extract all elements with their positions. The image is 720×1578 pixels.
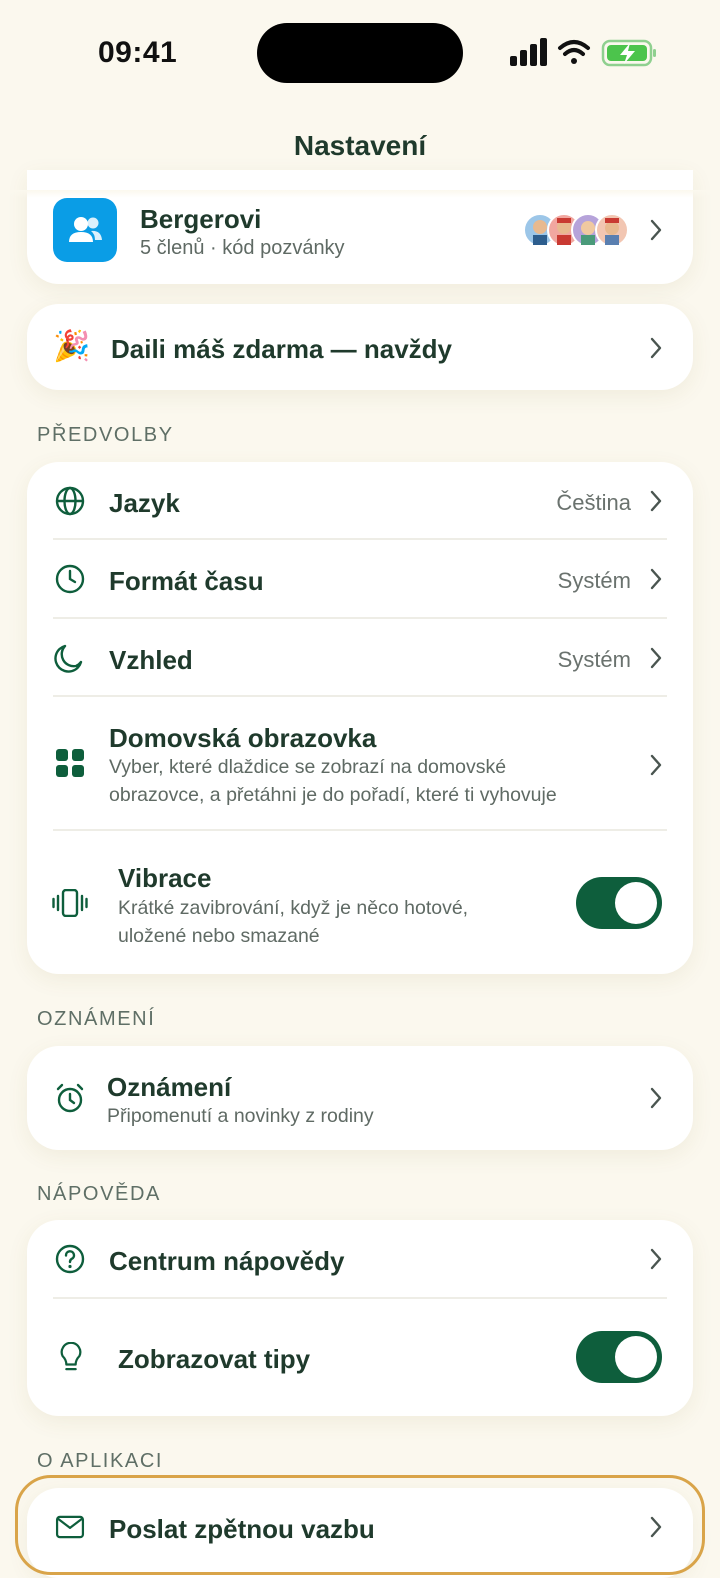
section-label-preferences: PŘEDVOLBY <box>37 424 174 446</box>
page-title: Nastavení <box>293 130 427 161</box>
promo-card[interactable]: 🎉 Daili máš zdarma — navždy <box>27 304 693 390</box>
family-icon-tile <box>53 198 117 262</box>
cellular-signal-icon <box>510 38 547 66</box>
appearance-row[interactable]: Vzhled Systém <box>27 619 693 697</box>
chevron-right-icon <box>650 754 662 776</box>
chevron-right-icon <box>650 219 662 241</box>
status-bar: 09:41 <box>0 0 720 110</box>
grid-icon <box>56 749 84 777</box>
party-popper-icon: 🎉 <box>53 330 91 363</box>
chevron-right-icon <box>650 568 662 590</box>
section-label-about: O APLIKACI <box>37 1450 164 1472</box>
clock-icon <box>55 564 85 594</box>
chevron-right-icon <box>650 1087 662 1109</box>
toggle-knob <box>615 882 657 924</box>
vibration-toggle[interactable] <box>576 877 662 929</box>
home-screen-row[interactable]: Domovská obrazovka Vyber, které dlaždice… <box>27 697 693 829</box>
time-format-row[interactable]: Formát času Systém <box>27 540 693 618</box>
section-label-help: NÁPOVĚDA <box>37 1183 161 1205</box>
moon-icon <box>54 644 83 673</box>
lightbulb-icon <box>60 1342 82 1371</box>
wifi-icon <box>558 40 590 64</box>
vibration-icon <box>52 889 88 917</box>
toggle-knob <box>615 1336 657 1378</box>
appearance-label: Vzhled <box>109 645 193 675</box>
vibration-label: Vibrace <box>118 863 212 893</box>
chevron-right-icon <box>650 490 662 512</box>
battery-charging-icon <box>601 39 656 67</box>
people-icon <box>69 217 102 242</box>
vibration-row: Vibrace Krátké zavibrování, když je něco… <box>27 831 693 974</box>
status-time: 09:41 <box>98 36 178 69</box>
time-format-label: Formát času <box>109 566 264 596</box>
family-card[interactable]: Bergerovi 5 členů · kód pozvánky <box>27 170 693 284</box>
home-screen-desc-line2: obrazovce, a přetáhni je do pořadí, kter… <box>109 784 557 806</box>
family-name: Bergerovi <box>140 204 262 234</box>
tips-label: Zobrazovat tipy <box>118 1344 311 1374</box>
alarm-clock-icon <box>56 1083 84 1113</box>
help-card: Centrum nápovědy Zobrazovat tipy <box>27 1220 693 1416</box>
chevron-right-icon <box>650 647 662 669</box>
question-circle-icon <box>55 1244 85 1274</box>
section-label-notifications: OZNÁMENÍ <box>37 1008 156 1030</box>
globe-icon <box>55 486 85 516</box>
family-subtitle: 5 členů · kód pozvánky <box>140 237 345 259</box>
member-avatars <box>523 213 629 247</box>
vibration-desc-line1: Krátké zavibrování, když je něco hotové, <box>118 897 469 919</box>
time-format-value: Systém <box>557 568 631 593</box>
notifications-desc: Připomenutí a novinky z rodiny <box>107 1105 374 1127</box>
language-value: Čeština <box>556 490 631 515</box>
status-icons <box>510 38 656 67</box>
language-row[interactable]: Jazyk Čeština <box>27 462 693 540</box>
avatar-4 <box>595 213 629 247</box>
notifications-card[interactable]: Oznámení Připomenutí a novinky z rodiny <box>27 1046 693 1150</box>
home-screen-desc-line1: Vyber, které dlaždice se zobrazí na domo… <box>109 756 507 778</box>
tips-toggle[interactable] <box>576 1331 662 1383</box>
tips-row: Zobrazovat tipy <box>27 1299 693 1416</box>
chevron-right-icon <box>650 1248 662 1270</box>
vibration-desc-line2: uložené nebo smazané <box>118 925 320 947</box>
language-label: Jazyk <box>109 488 180 518</box>
chevron-right-icon <box>650 337 662 359</box>
focus-highlight <box>15 1475 705 1575</box>
home-screen-label: Domovská obrazovka <box>109 723 377 753</box>
header-fade <box>0 190 720 198</box>
preferences-card: Jazyk Čeština Formát času Systém Vzhled … <box>27 462 693 974</box>
notifications-label: Oznámení <box>107 1072 232 1102</box>
promo-label: Daili máš zdarma — navždy <box>111 334 453 364</box>
help-center-row[interactable]: Centrum nápovědy <box>27 1220 693 1298</box>
dynamic-island <box>257 23 463 83</box>
appearance-value: Systém <box>557 647 631 672</box>
help-center-label: Centrum nápovědy <box>109 1246 345 1276</box>
